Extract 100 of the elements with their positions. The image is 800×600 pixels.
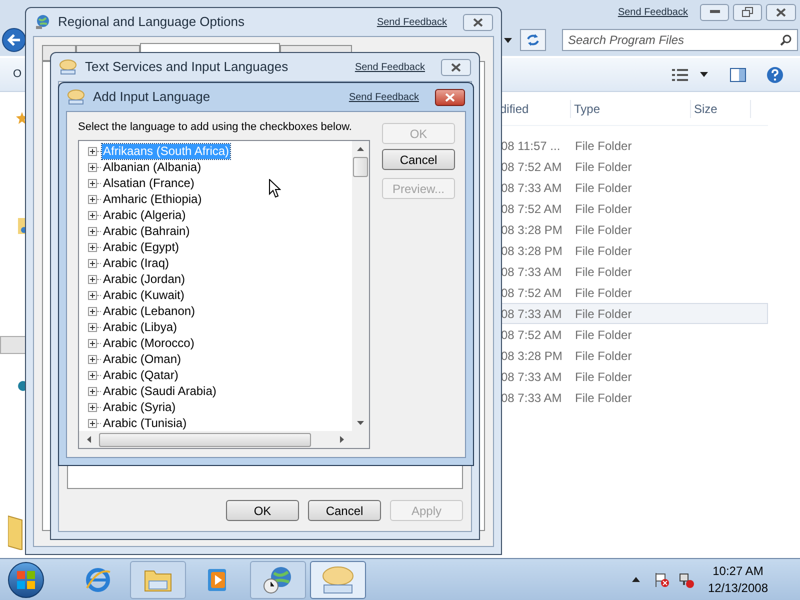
dropdown-caret-icon bbox=[700, 72, 708, 77]
expand-icon bbox=[88, 402, 97, 412]
scroll-right-icon bbox=[340, 436, 344, 443]
scroll-down-icon bbox=[357, 421, 364, 425]
type-cell-text: File Folder bbox=[574, 222, 632, 238]
minimize-icon bbox=[710, 10, 720, 14]
send-feedback-link[interactable]: Send Feedback bbox=[348, 90, 419, 104]
language-item[interactable]: Alsatian (France) bbox=[102, 176, 196, 190]
toolbar-label[interactable]: O bbox=[13, 66, 22, 83]
close-icon bbox=[451, 62, 461, 72]
expand-icon bbox=[88, 338, 97, 348]
language-item[interactable]: Arabic (Kuwait) bbox=[102, 288, 186, 302]
close-icon bbox=[776, 8, 786, 16]
clock-time: 10:27 AM bbox=[712, 562, 764, 580]
send-feedback-link[interactable]: Send Feedback bbox=[376, 14, 447, 30]
search-field[interactable]: Search Program Files bbox=[562, 29, 798, 51]
column-header[interactable]: Type bbox=[571, 100, 691, 118]
type-cell-text: File Folder bbox=[574, 284, 632, 302]
minimize-button[interactable] bbox=[700, 4, 729, 20]
expand-icon bbox=[88, 178, 97, 188]
view-list-icon bbox=[672, 68, 688, 80]
close-button[interactable] bbox=[435, 88, 465, 106]
scroll-up-icon bbox=[357, 147, 364, 151]
expand-icon bbox=[88, 146, 97, 156]
language-item[interactable]: Arabic (Tunisia) bbox=[102, 416, 188, 430]
expand-icon bbox=[88, 370, 97, 380]
expand-icon bbox=[88, 274, 97, 284]
expand-icon bbox=[88, 258, 97, 268]
scroll-thumb[interactable] bbox=[353, 157, 368, 177]
keyboard-bubble-icon bbox=[67, 89, 85, 105]
dialog-button[interactable]: Cancel bbox=[382, 149, 455, 170]
type-cell-text: File Folder bbox=[574, 200, 632, 218]
language-tree[interactable] bbox=[78, 140, 370, 449]
window-title: Add Input Language bbox=[93, 88, 210, 106]
expand-icon bbox=[88, 306, 97, 316]
flag-icon bbox=[654, 572, 670, 588]
type-cell-text: File Folder bbox=[574, 242, 632, 260]
type-cell-text: File Folder bbox=[574, 326, 632, 344]
dialog-button[interactable]: OK bbox=[226, 500, 299, 521]
close-button[interactable] bbox=[441, 58, 471, 76]
language-item[interactable]: Arabic (Saudi Arabia) bbox=[102, 384, 218, 398]
keyboard-bubble-icon bbox=[59, 59, 77, 75]
expand-icon bbox=[88, 386, 97, 396]
language-item[interactable]: Arabic (Qatar) bbox=[102, 368, 180, 382]
network-icon bbox=[678, 572, 694, 588]
send-feedback-link[interactable]: Send Feedback bbox=[354, 60, 425, 74]
language-item[interactable]: Arabic (Jordan) bbox=[102, 272, 186, 286]
language-item[interactable]: Arabic (Libya) bbox=[102, 320, 178, 334]
search-icon bbox=[780, 34, 792, 46]
expand-icon bbox=[88, 210, 97, 220]
clock[interactable]: 10:27 AM 12/13/2008 bbox=[708, 562, 768, 596]
start-button[interactable] bbox=[8, 562, 44, 598]
language-item[interactable]: Arabic (Syria) bbox=[102, 400, 177, 414]
language-item[interactable]: Arabic (Bahrain) bbox=[102, 224, 191, 238]
back-button[interactable] bbox=[2, 28, 26, 52]
dialog-button[interactable]: Cancel bbox=[308, 500, 381, 521]
language-item[interactable]: Arabic (Lebanon) bbox=[102, 304, 196, 318]
window-title: Regional and Language Options bbox=[58, 13, 244, 32]
language-item[interactable]: Arabic (Egypt) bbox=[102, 240, 180, 254]
expand-icon bbox=[88, 418, 97, 428]
type-cell-text: File Folder bbox=[574, 264, 632, 280]
expand-icon bbox=[88, 194, 97, 204]
close-button[interactable] bbox=[766, 4, 796, 20]
restore-icon bbox=[742, 7, 753, 17]
type-cell-text: File Folder bbox=[574, 368, 632, 386]
browser-e-icon bbox=[84, 566, 112, 594]
language-item[interactable]: Arabic (Morocco) bbox=[102, 336, 196, 350]
mouse-cursor-icon bbox=[269, 179, 281, 198]
refresh-button[interactable] bbox=[520, 29, 546, 51]
globe-clock-icon bbox=[262, 564, 294, 594]
expand-icon bbox=[88, 290, 97, 300]
type-cell-text: File Folder bbox=[574, 180, 632, 196]
language-item[interactable]: Amharic (Ethiopia) bbox=[102, 192, 203, 206]
taskbar-button[interactable] bbox=[250, 560, 306, 598]
globe-icon bbox=[34, 14, 50, 30]
taskbar-button[interactable] bbox=[310, 560, 366, 598]
expand-icon bbox=[88, 354, 97, 364]
language-item[interactable]: Arabic (Oman) bbox=[102, 352, 182, 366]
help-icon bbox=[766, 66, 784, 84]
language-item[interactable]: Albanian (Albania) bbox=[102, 160, 202, 174]
close-icon bbox=[473, 18, 483, 26]
vertical-scrollbar[interactable] bbox=[352, 141, 369, 431]
dropdown-caret-icon bbox=[504, 38, 512, 42]
language-item[interactable]: Arabic (Iraq) bbox=[102, 256, 170, 270]
send-feedback-link[interactable]: Send Feedback bbox=[618, 4, 688, 20]
star-icon bbox=[16, 112, 28, 124]
close-button[interactable] bbox=[463, 14, 493, 30]
close-icon bbox=[445, 92, 455, 102]
horizontal-scrollbar[interactable] bbox=[79, 431, 369, 448]
language-item[interactable]: Arabic (Algeria) bbox=[102, 208, 187, 222]
back-arrow-icon bbox=[7, 34, 21, 46]
drive-icon bbox=[0, 336, 26, 354]
scroll-thumb[interactable] bbox=[99, 432, 311, 446]
maximize-button[interactable] bbox=[733, 4, 762, 20]
type-cell-text: File Folder bbox=[574, 348, 632, 364]
preview-pane-icon bbox=[730, 68, 746, 82]
windows-logo-icon bbox=[17, 570, 35, 588]
column-header[interactable]: Size bbox=[691, 100, 751, 118]
expand-icon bbox=[88, 322, 97, 332]
refresh-icon bbox=[526, 34, 540, 46]
